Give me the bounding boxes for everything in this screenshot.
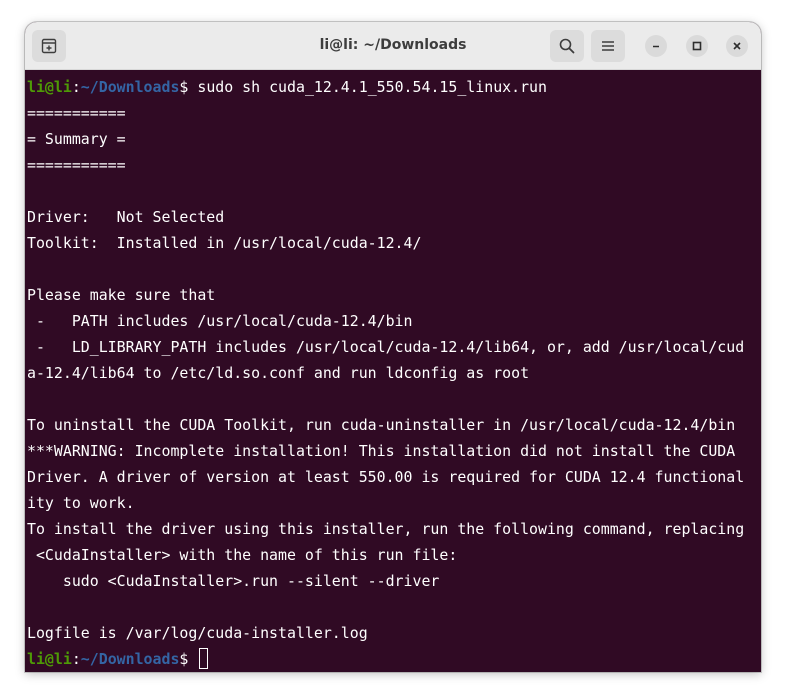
prompt-separator: : bbox=[71, 650, 81, 668]
search-icon bbox=[559, 38, 575, 54]
prompt-path: ~/Downloads bbox=[80, 650, 180, 668]
close-button[interactable] bbox=[726, 35, 748, 57]
output-line: - LD_LIBRARY_PATH includes /usr/local/cu… bbox=[27, 338, 745, 356]
output-line: a-12.4/lib64 to /etc/ld.so.conf and run … bbox=[27, 364, 530, 382]
prompt-user-host: li@li bbox=[27, 650, 72, 668]
command-line: li@li:~/Downloads$ sudo sh cuda_12.4.1_5… bbox=[27, 74, 761, 100]
output-line: ***WARNING: Incomplete installation! Thi… bbox=[27, 442, 736, 460]
title-bar: li@li: ~/Downloads bbox=[25, 22, 761, 70]
output-line: Toolkit: Installed in /usr/local/cuda-12… bbox=[27, 234, 422, 252]
output-line: - PATH includes /usr/local/cuda-12.4/bin bbox=[27, 312, 413, 330]
minimize-icon bbox=[653, 45, 659, 48]
output-line: To uninstall the CUDA Toolkit, run cuda-… bbox=[27, 416, 736, 434]
prompt-separator: : bbox=[71, 78, 81, 96]
command-text: sudo sh cuda_12.4.1_550.54.15_linux.run bbox=[197, 78, 547, 96]
prompt-symbol: $ bbox=[179, 650, 198, 668]
output-line: =========== bbox=[27, 104, 126, 122]
minimize-button[interactable] bbox=[645, 35, 667, 57]
output-line: =========== bbox=[27, 156, 126, 174]
menu-button[interactable] bbox=[591, 30, 625, 62]
output-line: Logfile is /var/log/cuda-installer.log bbox=[27, 624, 368, 642]
close-icon bbox=[733, 42, 741, 50]
text-cursor bbox=[199, 648, 209, 669]
output-line: Driver. A driver of version at least 550… bbox=[27, 468, 745, 486]
terminal-output[interactable]: li@li:~/Downloads$ sudo sh cuda_12.4.1_5… bbox=[25, 70, 761, 672]
prompt-path: ~/Downloads bbox=[80, 78, 180, 96]
output-line: sudo <CudaInstaller>.run --silent --driv… bbox=[27, 572, 440, 590]
prompt-user-host: li@li bbox=[27, 78, 72, 96]
output-line: Please make sure that bbox=[27, 286, 216, 304]
search-button[interactable] bbox=[550, 30, 584, 62]
output-line: ity to work. bbox=[27, 494, 135, 512]
maximize-icon bbox=[692, 41, 702, 51]
output-line: <CudaInstaller> with the name of this ru… bbox=[27, 546, 458, 564]
output-line: To install the driver using this install… bbox=[27, 520, 745, 538]
maximize-button[interactable] bbox=[686, 35, 708, 57]
output-line: Driver: Not Selected bbox=[27, 208, 225, 226]
output-line: = Summary = bbox=[27, 130, 126, 148]
hamburger-menu-icon bbox=[602, 41, 614, 51]
terminal-window: li@li: ~/Downloads li@li:~/Downloads$ su… bbox=[25, 22, 761, 672]
prompt-line[interactable]: li@li:~/Downloads$ bbox=[27, 646, 761, 672]
prompt-symbol: $ bbox=[179, 78, 198, 96]
